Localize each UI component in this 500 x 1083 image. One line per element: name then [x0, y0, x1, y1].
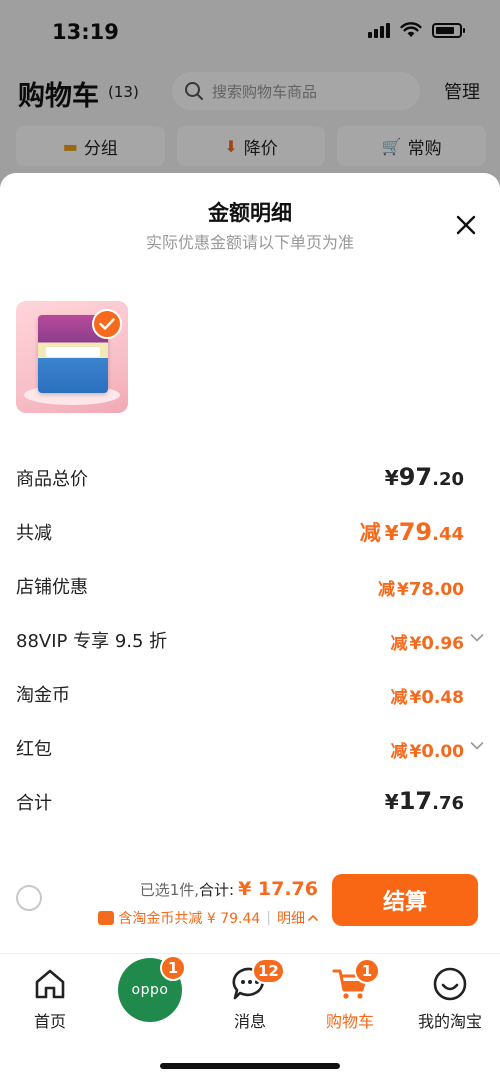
checkout-button[interactable]: 结算 [332, 874, 478, 926]
currency-symbol: ¥ [409, 742, 422, 762]
select-all-checkbox[interactable] [16, 885, 42, 911]
tab-cart[interactable]: 1 购物车 [300, 958, 400, 1044]
tab-messages[interactable]: 12 消息 [200, 958, 300, 1044]
sheet-title: 金额明细 [208, 201, 292, 225]
checkout-bar: 已选1件, 合计: ¥ 17.76 含淘金币共减 ¥ 79.44 | 明细 结算 [0, 866, 500, 954]
row-vip-discount[interactable]: 88VIP 专享 9.5 折 减 ¥0.96 [16, 621, 484, 661]
chevron-up-icon [308, 914, 318, 921]
total-amount: ¥ 17.76 [238, 878, 318, 900]
profile-icon [430, 964, 470, 1004]
discount-prefix: 减 [390, 634, 408, 654]
row-label: 商品总价 [16, 469, 88, 490]
discount-prefix: 减 [390, 688, 408, 708]
coin-discount-text: 含淘金币共减 ¥ 79.44 [118, 911, 261, 927]
row-value: 减 ¥0.96 [391, 629, 465, 654]
row-value: 减 ¥79.44 [360, 517, 464, 547]
currency-symbol: ¥ [409, 688, 422, 708]
row-label: 88VIP 专享 9.5 折 [16, 631, 168, 652]
row-red-packet[interactable]: 红包 减 ¥0.00 [16, 729, 484, 769]
row-grand-total: 合计 ¥17.76 [16, 783, 484, 823]
row-label: 红包 [16, 739, 52, 760]
value-decimal: .20 [432, 469, 464, 490]
row-label: 淘金币 [16, 685, 70, 706]
row-value: 减 ¥0.48 [391, 683, 465, 708]
tab-label: 消息 [233, 1012, 266, 1031]
value-integer: 79 [398, 518, 433, 546]
value-integer: 0 [421, 633, 434, 654]
currency-symbol: ¥ [384, 466, 399, 490]
tab-home[interactable]: 首页 [0, 964, 100, 1044]
row-value: ¥97.20 [385, 463, 464, 491]
row-label: 共减 [16, 523, 52, 544]
value-decimal: .76 [432, 793, 464, 814]
chevron-down-icon[interactable] [470, 741, 484, 751]
currency-symbol: ¥ [384, 521, 399, 545]
home-indicator[interactable] [160, 1063, 340, 1069]
value-integer: 78 [408, 579, 434, 600]
row-total-discount: 共减 减 ¥79.44 [16, 513, 484, 553]
detail-label: 明细 [277, 911, 305, 927]
discount-prefix: 减 [390, 742, 408, 762]
tab-my-taobao[interactable]: 我的淘宝 [400, 964, 500, 1044]
row-store-discount: 店铺优惠 减 ¥78.00 [16, 567, 484, 607]
modal-backdrop[interactable] [0, 0, 500, 200]
value-integer: 97 [398, 463, 433, 491]
oppo-ball-badge: 1 [160, 955, 186, 981]
discount-prefix: 减 [359, 521, 381, 545]
tab-label: 购物车 [325, 1012, 374, 1031]
amount-detail-sheet: 金额明细 实际优惠金额请以下单页为准 商品总价 ¥97.20 共减 减 ¥79.4… [0, 173, 500, 1083]
row-taojinbi-discount: 淘金币 减 ¥0.48 [16, 675, 484, 715]
sheet-subtitle: 实际优惠金额请以下单页为准 [145, 233, 354, 252]
row-total-price: 商品总价 ¥97.20 [16, 459, 484, 499]
currency-symbol: ¥ [384, 790, 399, 814]
value-decimal: .00 [433, 742, 464, 762]
cart-icon: 1 [330, 958, 380, 1004]
oppo-ball-text: oppo [131, 982, 169, 998]
currency-symbol: ¥ [409, 634, 422, 654]
row-label: 合计 [16, 793, 52, 814]
value-integer: 0 [421, 687, 434, 708]
row-value: 减 ¥78.00 [378, 575, 464, 600]
row-label: 店铺优惠 [16, 577, 88, 598]
message-icon: 12 [230, 958, 285, 1004]
discount-prefix: 减 [377, 580, 395, 600]
message-badge: 12 [252, 958, 285, 984]
value-integer: 0 [421, 741, 434, 762]
value-decimal: .44 [432, 524, 464, 545]
home-icon [30, 964, 70, 1004]
tab-label: 首页 [33, 1012, 66, 1031]
divider: | [266, 910, 271, 926]
coin-icon [98, 911, 115, 925]
coin-discount-line: 含淘金币共减 ¥ 79.44 | 明细 [98, 908, 318, 928]
value-decimal: .48 [433, 688, 464, 708]
selected-check-icon [92, 309, 122, 339]
detail-toggle-button[interactable]: 明细 [277, 908, 318, 928]
currency-symbol: ¥ [396, 580, 409, 600]
row-value: ¥17.76 [385, 787, 464, 815]
tab-label: 我的淘宝 [417, 1012, 482, 1031]
selected-summary: 已选1件, 合计: ¥ 17.76 [140, 878, 318, 900]
total-label: 合计: [199, 881, 235, 899]
chevron-down-icon[interactable] [470, 633, 484, 643]
row-value: 减 ¥0.00 [391, 737, 465, 762]
selected-count-text: 已选1件, [139, 881, 199, 899]
value-integer: 17 [398, 787, 433, 815]
close-icon[interactable] [452, 211, 480, 239]
cart-badge: 1 [354, 958, 380, 984]
package-band [46, 347, 100, 357]
value-decimal: .00 [433, 580, 464, 600]
value-decimal: .96 [433, 634, 464, 654]
